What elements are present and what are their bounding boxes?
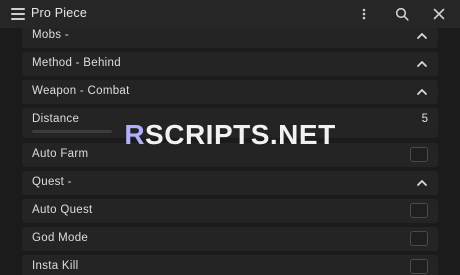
dropdown-mobs[interactable]: Mobs - [22,28,438,48]
dropdown-quest-label: Quest - [32,176,72,188]
chevron-up-icon [417,33,427,39]
window-title: Pro Piece [31,6,87,20]
slider-track[interactable] [32,130,112,133]
dropdown-mobs-label: Mobs - [32,29,69,41]
auto-quest-checkbox[interactable] [410,203,428,218]
dropdown-weapon-label: Weapon - Combat [32,85,130,97]
title-bar: Pro Piece [0,0,460,28]
search-icon[interactable] [392,4,412,24]
dropdown-weapon[interactable]: Weapon - Combat [22,80,438,104]
toggle-god-mode[interactable]: God Mode [22,227,438,251]
dropdown-quest[interactable]: Quest - [22,171,438,195]
slider-distance-value: 5 [421,113,428,125]
toggle-auto-farm[interactable]: Auto Farm [22,143,438,167]
insta-kill-checkbox[interactable] [410,259,428,274]
dropdown-method[interactable]: Method - Behind [22,52,438,76]
script-window: Pro Piece Mobs - Method - Behind Weapon … [0,0,460,275]
toggle-auto-quest[interactable]: Auto Quest [22,199,438,223]
toggle-insta-kill-label: Insta Kill [32,260,79,272]
chevron-up-icon [417,61,427,67]
chevron-up-icon [417,180,427,186]
options-panel: Mobs - Method - Behind Weapon - Combat D… [22,28,438,275]
auto-farm-checkbox[interactable] [410,147,428,162]
god-mode-checkbox[interactable] [410,231,428,246]
toggle-insta-kill[interactable]: Insta Kill [22,255,438,275]
slider-distance[interactable]: Distance 5 [22,108,438,138]
hamburger-menu-icon[interactable] [11,8,25,20]
toggle-god-mode-label: God Mode [32,232,89,244]
toggle-auto-quest-label: Auto Quest [32,204,93,216]
chevron-up-icon [417,89,427,95]
dropdown-method-label: Method - Behind [32,57,121,69]
more-vertical-icon[interactable] [354,4,374,24]
toggle-auto-farm-label: Auto Farm [32,148,89,160]
slider-distance-label: Distance [32,113,80,125]
close-icon[interactable] [429,4,449,24]
